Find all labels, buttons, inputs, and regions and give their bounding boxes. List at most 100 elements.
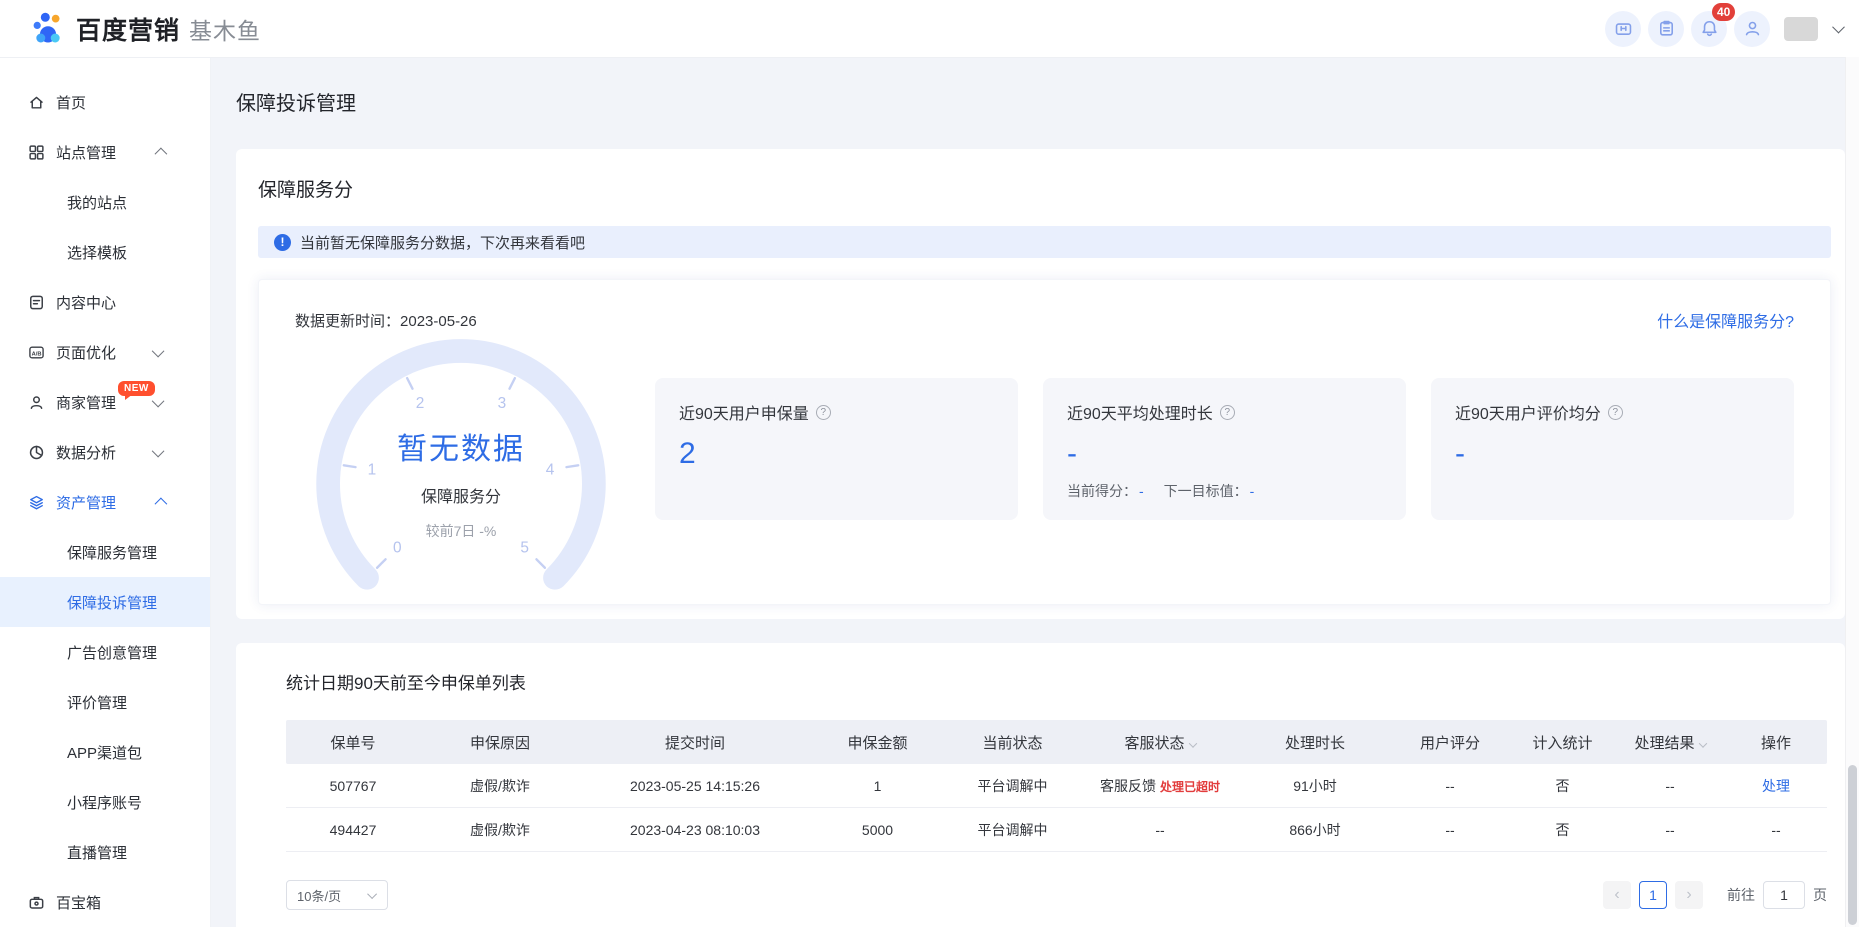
- current-page-button[interactable]: 1: [1639, 881, 1667, 909]
- sidebar-item[interactable]: 小程序账号: [0, 777, 210, 827]
- sidebar-item-label: 我的站点: [67, 192, 127, 213]
- layers-icon: [28, 494, 45, 511]
- column-header[interactable]: 处理结果: [1615, 732, 1725, 753]
- sidebar-item[interactable]: 站点管理: [0, 127, 210, 177]
- prev-page-button[interactable]: ‹: [1603, 881, 1631, 909]
- sidebar-item[interactable]: 广告创意管理: [0, 627, 210, 677]
- workbench-button[interactable]: [1605, 11, 1641, 47]
- goto-label: 前往: [1727, 885, 1755, 905]
- data-update-time: 数据更新时间：2023-05-26: [295, 310, 477, 331]
- sidebar-item[interactable]: 评价管理: [0, 677, 210, 727]
- what-is-score-link[interactable]: 什么是保障服务分?: [1657, 308, 1794, 332]
- top-bar: 百度营销 基木鱼 40: [0, 0, 1859, 57]
- table-cell: --: [1615, 822, 1725, 838]
- tasks-button[interactable]: [1648, 11, 1684, 47]
- table-cell: 平台调解中: [945, 820, 1080, 840]
- sidebar-item[interactable]: 保障服务管理: [0, 527, 210, 577]
- table-cell: --: [1390, 822, 1510, 838]
- sidebar-item[interactable]: 选择模板: [0, 227, 210, 277]
- column-header[interactable]: 用户评分: [1390, 732, 1510, 753]
- sidebar-item-label: 选择模板: [67, 242, 127, 263]
- help-icon[interactable]: [1220, 405, 1235, 420]
- column-header[interactable]: 操作: [1725, 732, 1827, 753]
- table-cell: 507767: [286, 778, 420, 794]
- brand-name: 百度营销: [76, 11, 180, 47]
- goto-page-input[interactable]: [1763, 881, 1805, 909]
- chevron-down-icon[interactable]: [1832, 21, 1845, 34]
- sidebar-item-label: 商家管理: [56, 392, 116, 413]
- table-cell: 否: [1510, 776, 1615, 796]
- column-header[interactable]: 计入统计: [1510, 732, 1615, 753]
- pie-chart-icon: [28, 444, 45, 461]
- sidebar-menu: 首页 站点管理 我的站点 选择模板 内容中心: [0, 57, 211, 927]
- sidebar-item[interactable]: 数据分析: [0, 427, 210, 477]
- bell-icon: [1700, 19, 1719, 38]
- sidebar-item-label: 广告创意管理: [67, 642, 157, 663]
- sidebar-item[interactable]: 我的站点: [0, 177, 210, 227]
- notifications-button[interactable]: 40: [1691, 11, 1727, 47]
- vertical-scrollbar[interactable]: [1845, 57, 1859, 927]
- table-cell: 否: [1510, 820, 1615, 840]
- table-header: 保单号 申保原因 提交时间 申保金额 当前状态 客: [286, 720, 1827, 764]
- scrollbar-thumb[interactable]: [1848, 765, 1857, 925]
- chevron-icon: [152, 444, 165, 457]
- stat-cards: 近90天用户申保量 2 近90天平均处理时长 - 当前得分：-: [655, 378, 1794, 584]
- sidebar-item[interactable]: 保障投诉管理: [0, 577, 210, 627]
- sidebar-item[interactable]: 内容中心: [0, 277, 210, 327]
- top-actions: 40: [1605, 11, 1847, 47]
- chevron-icon: [155, 497, 168, 510]
- column-header[interactable]: 申保原因: [420, 732, 580, 753]
- column-header[interactable]: 处理时长: [1240, 732, 1390, 753]
- help-icon[interactable]: [1608, 405, 1623, 420]
- toolbox-icon: [28, 894, 45, 911]
- table-title: 统计日期90天前至今申保单列表: [286, 643, 1827, 694]
- table-cell: 2023-05-25 14:15:26: [580, 778, 810, 794]
- stat-card-rating: 近90天用户评价均分 -: [1431, 378, 1794, 520]
- sidebar-item-label: 站点管理: [56, 142, 116, 163]
- score-panel: 数据更新时间：2023-05-26 什么是保障服务分?: [258, 279, 1831, 605]
- chevron-icon: [155, 147, 168, 160]
- sidebar-item[interactable]: 百宝箱: [0, 877, 210, 927]
- sidebar-item[interactable]: 首页: [0, 77, 210, 127]
- gauge-status-text: 暂无数据: [283, 424, 639, 468]
- sidebar-item-label: 内容中心: [56, 292, 116, 313]
- chevron-icon: [152, 344, 165, 357]
- claims-table-section: 统计日期90天前至今申保单列表 保单号 申保原因 提交时间 申保金额: [236, 643, 1845, 927]
- sidebar-item-label: 保障服务管理: [67, 542, 157, 563]
- sidebar-item[interactable]: APP渠道包: [0, 727, 210, 777]
- column-header[interactable]: 客服状态: [1080, 732, 1240, 753]
- column-header[interactable]: 保单号: [286, 732, 420, 753]
- sidebar-item[interactable]: A/B 页面优化: [0, 327, 210, 377]
- next-page-button[interactable]: ›: [1675, 881, 1703, 909]
- table-cell: --: [1390, 778, 1510, 794]
- table-cell: 5000: [810, 822, 945, 838]
- ab-test-icon: A/B: [28, 344, 45, 361]
- sort-caret-icon: [1188, 739, 1196, 747]
- sidebar-item[interactable]: 资产管理: [0, 477, 210, 527]
- sidebar-item[interactable]: 直播管理: [0, 827, 210, 877]
- column-header[interactable]: 当前状态: [945, 732, 1080, 753]
- status-overdue-tag: 处理已超时: [1160, 780, 1220, 794]
- account-button[interactable]: [1734, 11, 1770, 47]
- home-icon: [28, 94, 45, 111]
- page-size-select[interactable]: 10条/页: [286, 880, 388, 910]
- user-icon: [1743, 19, 1762, 38]
- table-cell: 2023-04-23 08:10:03: [580, 822, 810, 838]
- sidebar-item-label: 首页: [56, 92, 86, 113]
- goto-suffix: 页: [1813, 885, 1827, 905]
- action-link: 处理: [1762, 778, 1790, 794]
- stat-extra: 当前得分：- 下一目标值：-: [1067, 481, 1382, 501]
- brand-product-name: 基木鱼: [189, 12, 261, 46]
- help-icon[interactable]: [816, 405, 831, 420]
- pagination: 10条/页 ‹ 1 › 前往 页: [286, 880, 1827, 910]
- baidu-marketing-logo-icon: [30, 11, 66, 47]
- sidebar-item-label: 百宝箱: [56, 892, 101, 913]
- table-body: 507767虚假/欺诈2023-05-25 14:15:261平台调解中客服反馈…: [286, 764, 1827, 852]
- briefcase-icon: [1614, 19, 1633, 38]
- sidebar-item-label: 小程序账号: [67, 792, 142, 813]
- sidebar-item[interactable]: 商家管理 NEW: [0, 377, 210, 427]
- column-header[interactable]: 提交时间: [580, 732, 810, 753]
- svg-text:0: 0: [393, 540, 402, 557]
- table-cell[interactable]: 处理: [1725, 776, 1827, 796]
- column-header[interactable]: 申保金额: [810, 732, 945, 753]
